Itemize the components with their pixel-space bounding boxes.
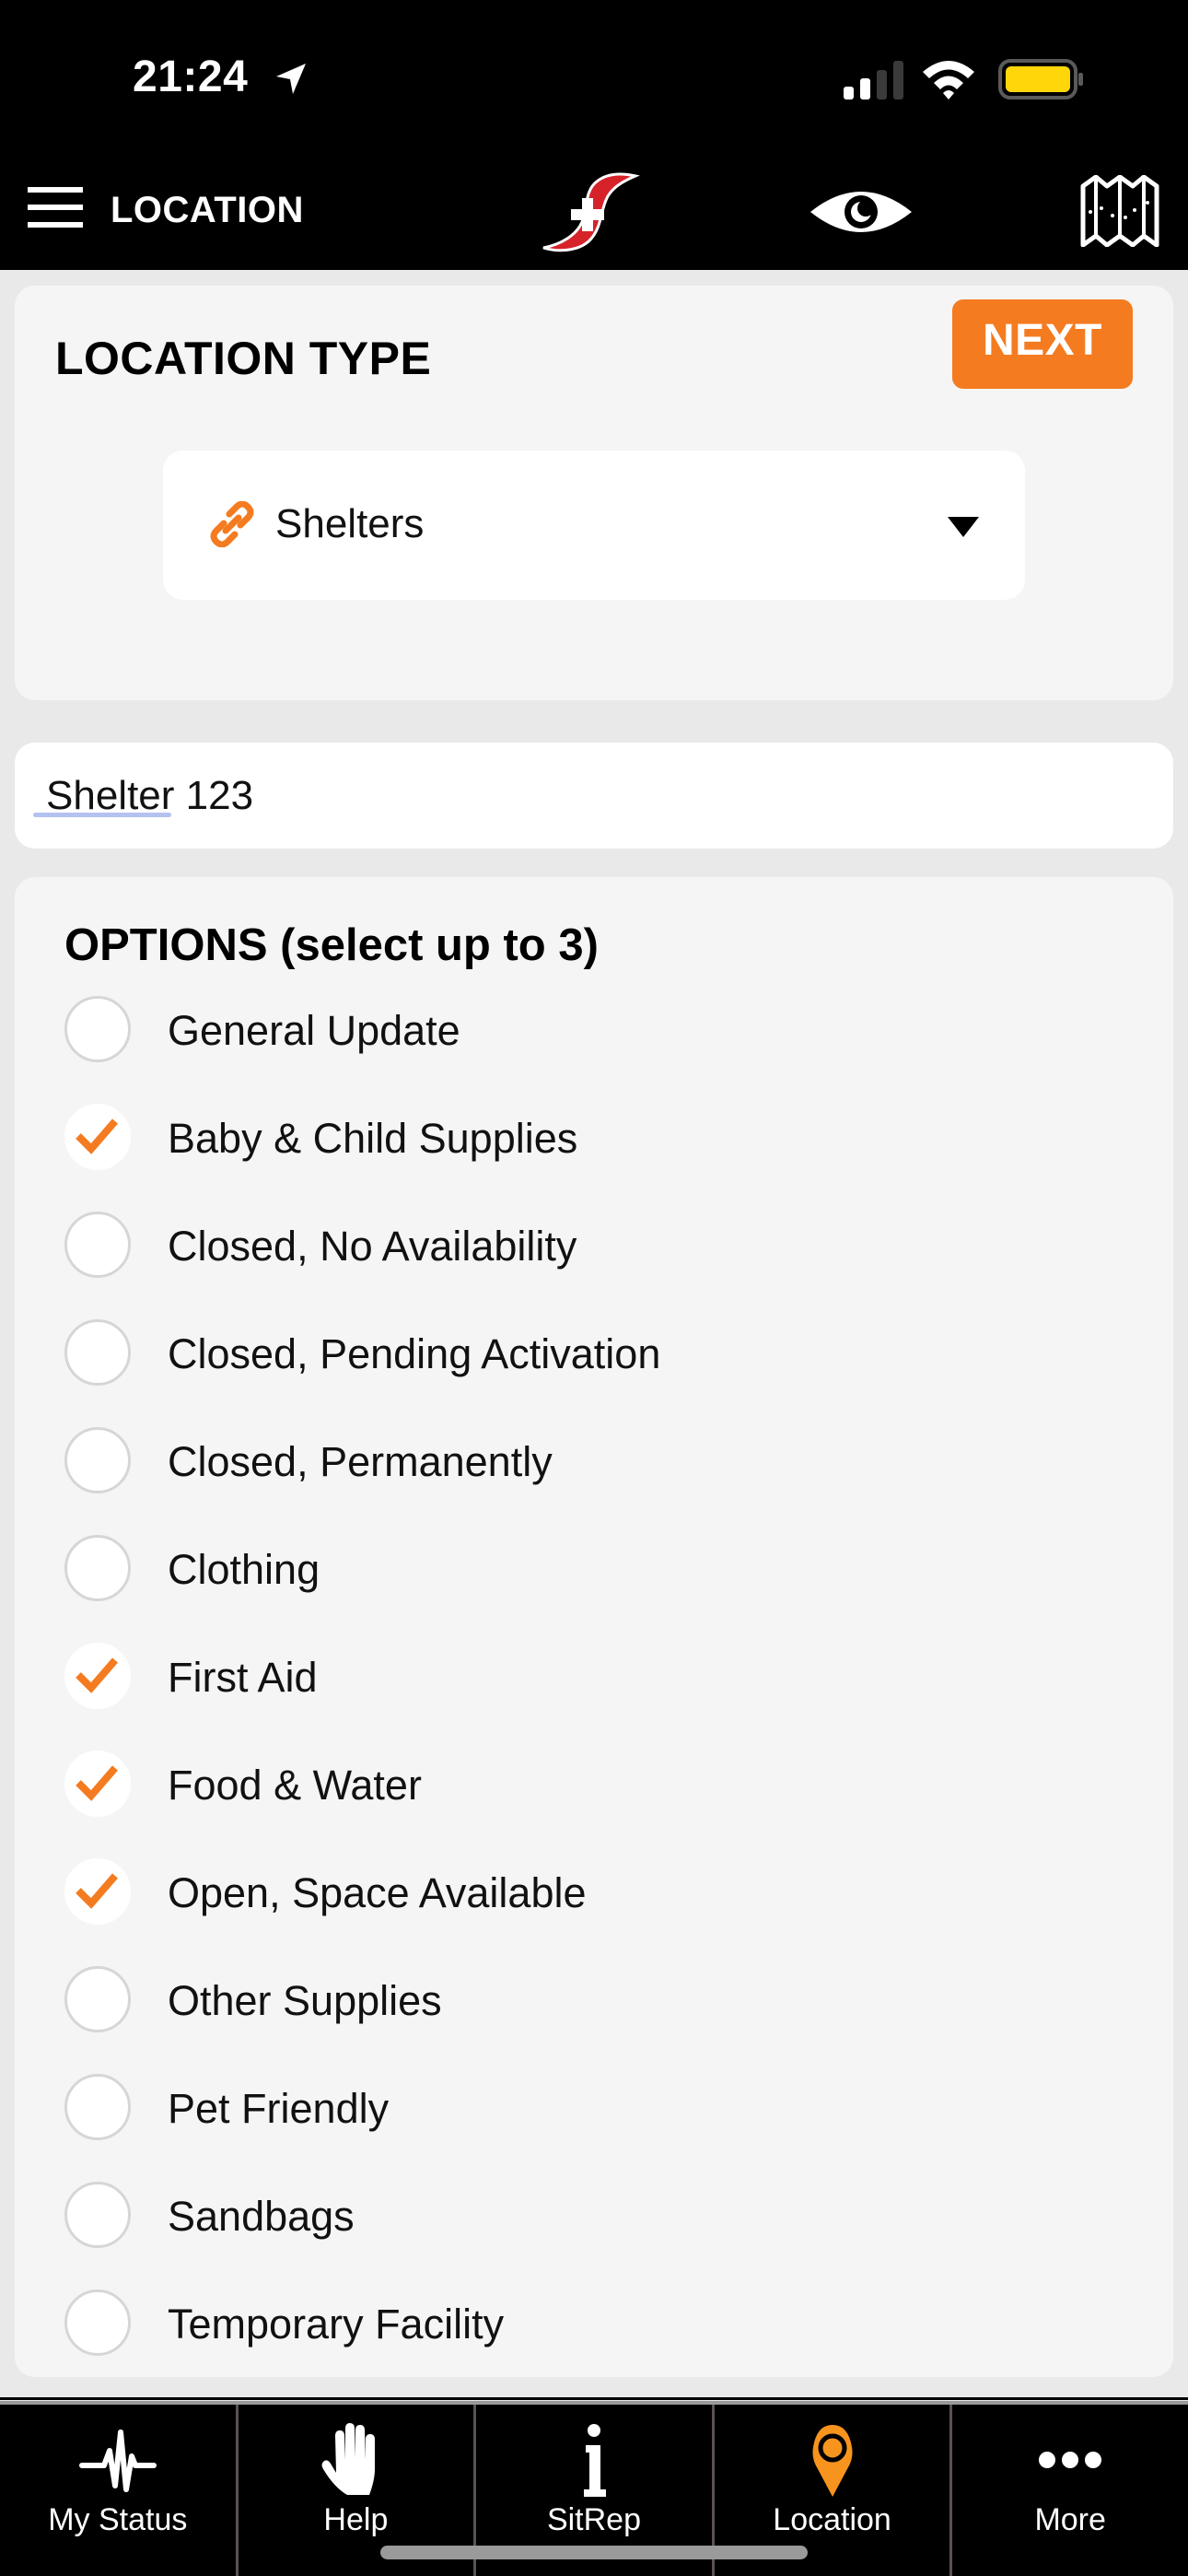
menu-icon-bar bbox=[28, 222, 83, 228]
location-arrow-icon bbox=[276, 64, 306, 94]
map-icon[interactable] bbox=[1079, 175, 1160, 247]
home-indicator bbox=[380, 2546, 808, 2559]
option-item[interactable]: Food & Water bbox=[61, 1738, 1120, 1830]
info-icon bbox=[583, 2424, 606, 2497]
option-label: Closed, Pending Activation bbox=[168, 1330, 661, 1377]
option-item[interactable]: Closed, No Availability bbox=[61, 1199, 1120, 1291]
header-title: LOCATION bbox=[111, 190, 304, 230]
tab-more[interactable]: More bbox=[949, 2405, 1188, 2576]
location-type-title: LOCATION TYPE bbox=[55, 333, 432, 384]
checkbox-checked[interactable] bbox=[64, 1104, 131, 1170]
option-label: General Update bbox=[168, 1007, 460, 1054]
menu-button[interactable] bbox=[28, 187, 83, 228]
option-label: Other Supplies bbox=[168, 1977, 442, 2024]
checkbox-unchecked[interactable] bbox=[64, 1966, 131, 2032]
tab-label: More bbox=[1034, 2502, 1106, 2537]
option-item[interactable]: Open, Space Available bbox=[61, 1845, 1120, 1938]
checkmark-icon bbox=[76, 1765, 119, 1801]
heartbeat-icon bbox=[78, 2430, 157, 2492]
location-type-card: LOCATION TYPE NEXT Shelters bbox=[15, 286, 1173, 700]
checkmark-icon bbox=[76, 1657, 119, 1693]
option-label: Food & Water bbox=[168, 1762, 422, 1809]
location-name-input[interactable] bbox=[46, 743, 1133, 849]
checkmark-icon bbox=[76, 1118, 119, 1154]
eye-icon[interactable] bbox=[807, 184, 915, 240]
cellular-signal-icon bbox=[844, 61, 903, 100]
next-button[interactable]: NEXT bbox=[952, 299, 1133, 389]
hand-icon bbox=[321, 2423, 376, 2495]
top-bar: 21:24 LOCATION bbox=[0, 0, 1188, 270]
option-item[interactable]: Temporary Facility bbox=[61, 2277, 1120, 2369]
option-item[interactable]: Closed, Permanently bbox=[61, 1414, 1120, 1506]
tab-label: Help bbox=[323, 2502, 389, 2537]
option-item[interactable]: Baby & Child Supplies bbox=[61, 1091, 1120, 1183]
option-label: Temporary Facility bbox=[168, 2301, 505, 2348]
checkbox-unchecked[interactable] bbox=[64, 1319, 131, 1386]
location-name-field bbox=[15, 743, 1173, 849]
more-dots-icon bbox=[1039, 2452, 1102, 2468]
checkbox-unchecked[interactable] bbox=[64, 2074, 131, 2140]
option-label: Closed, Permanently bbox=[168, 1438, 553, 1485]
options-card: OPTIONS (select up to 3) General Update B… bbox=[15, 877, 1173, 2377]
checkbox-unchecked[interactable] bbox=[64, 2182, 131, 2248]
option-label: First Aid bbox=[168, 1654, 318, 1701]
checkbox-unchecked[interactable] bbox=[64, 2289, 131, 2356]
checkbox-unchecked[interactable] bbox=[64, 1535, 131, 1601]
status-time: 21:24 bbox=[133, 53, 249, 101]
tab-label: My Status bbox=[48, 2502, 188, 2537]
option-item[interactable]: Other Supplies bbox=[61, 1953, 1120, 2045]
spellcheck-underline bbox=[33, 813, 171, 817]
wifi-icon bbox=[923, 61, 974, 100]
option-label: Sandbags bbox=[168, 2193, 355, 2240]
option-label: Closed, No Availability bbox=[168, 1223, 577, 1270]
link-icon bbox=[210, 501, 254, 547]
tabbar-divider bbox=[0, 2397, 1188, 2400]
option-item[interactable]: Sandbags bbox=[61, 2169, 1120, 2261]
checkbox-checked[interactable] bbox=[64, 1751, 131, 1817]
chevron-down-icon bbox=[948, 517, 979, 537]
map-pin-icon bbox=[812, 2425, 853, 2497]
options-title: OPTIONS (select up to 3) bbox=[64, 920, 599, 970]
checkbox-unchecked[interactable] bbox=[64, 996, 131, 1062]
option-label: Baby & Child Supplies bbox=[168, 1115, 578, 1162]
option-label: Open, Space Available bbox=[168, 1869, 587, 1916]
tab-label: SitRep bbox=[546, 2502, 642, 2537]
menu-icon-bar bbox=[28, 187, 83, 193]
menu-icon-bar bbox=[28, 205, 83, 210]
app-logo-icon bbox=[542, 172, 640, 252]
checkbox-checked[interactable] bbox=[64, 1858, 131, 1925]
checkmark-icon bbox=[76, 1873, 119, 1909]
option-item[interactable]: Closed, Pending Activation bbox=[61, 1306, 1120, 1399]
dropdown-selected-value: Shelters bbox=[275, 501, 425, 546]
option-label: Pet Friendly bbox=[168, 2085, 390, 2132]
checkbox-unchecked[interactable] bbox=[64, 1427, 131, 1493]
option-item[interactable]: General Update bbox=[61, 983, 1120, 1075]
option-label: Clothing bbox=[168, 1546, 320, 1593]
checkbox-unchecked[interactable] bbox=[64, 1212, 131, 1278]
option-item[interactable]: Clothing bbox=[61, 1522, 1120, 1614]
location-type-dropdown[interactable]: Shelters bbox=[163, 451, 1025, 600]
checkbox-checked[interactable] bbox=[64, 1643, 131, 1709]
tab-my-status[interactable]: My Status bbox=[0, 2405, 236, 2576]
battery-icon bbox=[998, 59, 1083, 100]
option-item[interactable]: Pet Friendly bbox=[61, 2061, 1120, 2153]
tab-label: Location bbox=[773, 2502, 891, 2537]
option-item[interactable]: First Aid bbox=[61, 1630, 1120, 1722]
